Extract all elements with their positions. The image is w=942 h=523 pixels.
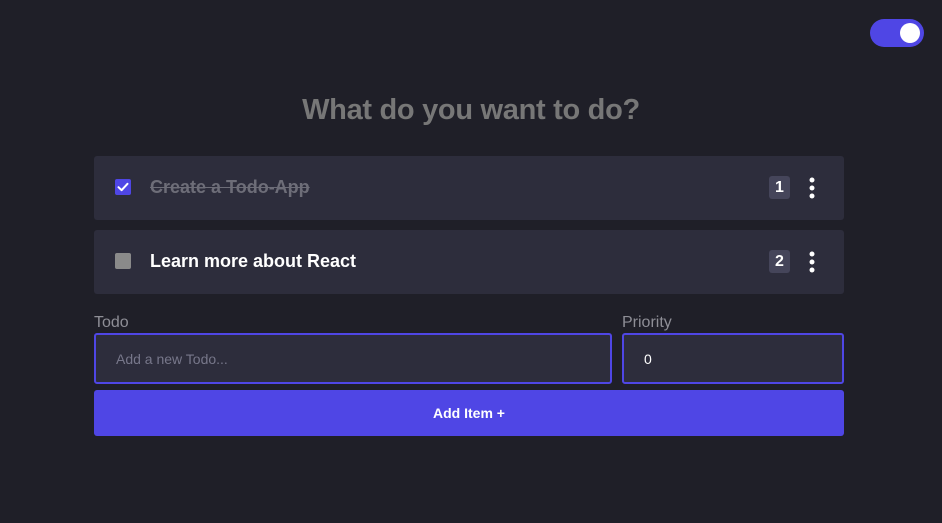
more-vertical-icon (809, 251, 815, 273)
priority-field-label: Priority (622, 314, 672, 331)
todo-item: Learn more about React 2 (94, 230, 844, 294)
checkmark-icon (117, 182, 129, 192)
theme-toggle[interactable] (870, 19, 924, 47)
more-menu-button[interactable] (804, 250, 820, 274)
todo-item: Create a Todo-App 1 (94, 156, 844, 220)
more-menu-button[interactable] (804, 176, 820, 200)
more-vertical-icon (809, 177, 815, 199)
todo-text: Learn more about React (150, 251, 357, 271)
todo-text: Create a Todo-App (150, 177, 310, 197)
priority-badge: 2 (769, 250, 790, 273)
toggle-knob (900, 23, 920, 43)
priority-input[interactable] (622, 333, 844, 384)
todo-input[interactable] (94, 333, 612, 384)
priority-badge: 1 (769, 176, 790, 199)
todo-field-label: Todo (94, 314, 129, 331)
todo-checkbox[interactable] (115, 179, 131, 195)
add-item-button[interactable]: Add Item + (94, 390, 844, 436)
page-title: What do you want to do? (302, 94, 640, 126)
todo-checkbox[interactable] (115, 253, 131, 269)
